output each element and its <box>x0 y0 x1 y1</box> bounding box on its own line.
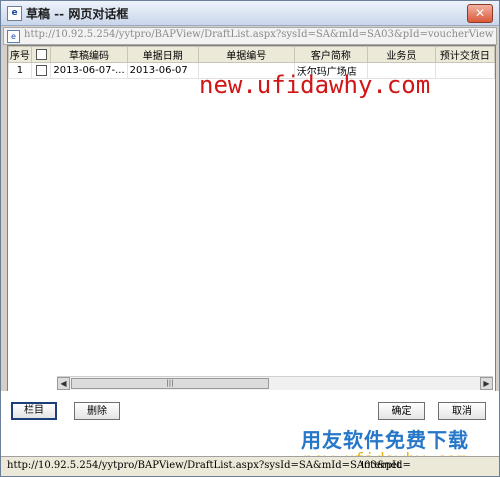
col-header-salesman[interactable]: 业务员 <box>366 46 436 63</box>
watermark-url-top: new.ufidawhy.com <box>199 71 431 99</box>
close-icon[interactable]: ✕ <box>467 4 493 23</box>
status-zone: Internet <box>361 460 401 471</box>
col-header-seq: 序号 <box>8 46 32 63</box>
window-title: 草稿 -- 网页对话框 <box>26 7 129 21</box>
cell-delivery[interactable] <box>434 62 495 79</box>
col-header-doc-no[interactable]: 单据编号 <box>197 46 295 63</box>
cancel-button[interactable]: 取消 <box>438 402 486 420</box>
col-header-customer[interactable]: 客户简称 <box>293 46 368 63</box>
horizontal-scrollbar[interactable]: ◀ ||| ▶ <box>57 376 493 390</box>
col-header-draft-code[interactable]: 草稿编码 <box>50 46 128 63</box>
address-url: http://10.92.5.254/yytpro/BAPView/DraftL… <box>24 29 494 40</box>
cell-draft-code[interactable]: 2013-06-07-... <box>50 62 128 79</box>
status-url: http://10.92.5.254/yytpro/BAPView/DraftL… <box>7 460 411 471</box>
ok-button[interactable]: 确定 <box>378 402 425 420</box>
row-checkbox[interactable] <box>35 64 47 76</box>
scroll-left-icon[interactable]: ◀ <box>57 377 70 390</box>
select-all-checkbox[interactable] <box>35 48 47 60</box>
page-icon: e <box>7 30 20 43</box>
columns-button[interactable]: 栏目 <box>11 402 57 420</box>
cell-doc-date[interactable]: 2013-06-07 <box>126 62 199 79</box>
cell-seq: 1 <box>8 62 32 79</box>
table-header-row: 序号 草稿编码 单据日期 单据编号 客户简称 业务员 预计交货日 <box>8 46 495 63</box>
delete-button[interactable]: 删除 <box>74 402 120 420</box>
dialog-window: e 草稿 -- 网页对话框 ✕ e http://10.92.5.254/yyt… <box>0 0 500 477</box>
address-bar: e http://10.92.5.254/yytpro/BAPView/Draf… <box>3 27 497 45</box>
col-header-select-all[interactable] <box>30 46 52 63</box>
cell-select[interactable] <box>30 62 52 79</box>
status-bar: http://10.92.5.254/yytpro/BAPView/DraftL… <box>1 456 499 476</box>
col-header-delivery[interactable]: 预计交货日 <box>434 46 495 63</box>
ie-app-icon: e <box>7 6 22 21</box>
watermark-chinese: 用友软件免费下载 <box>301 428 469 452</box>
scroll-right-icon[interactable]: ▶ <box>480 377 493 390</box>
scroll-thumb[interactable]: ||| <box>71 378 269 389</box>
title-bar: e 草稿 -- 网页对话框 ✕ <box>1 1 499 26</box>
col-header-doc-date[interactable]: 单据日期 <box>126 46 199 63</box>
